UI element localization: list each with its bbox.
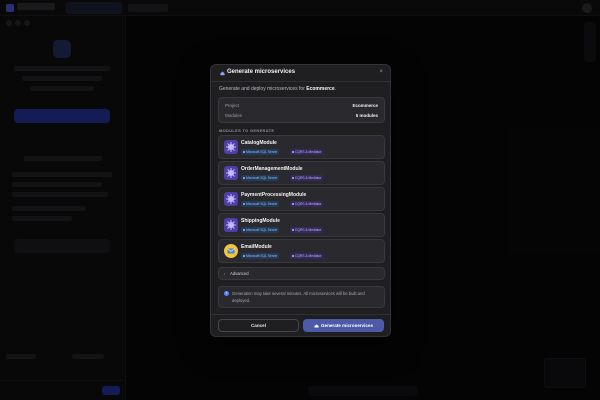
pattern-badge: CQRS & Mediator (290, 227, 324, 233)
module-gear-icon (224, 140, 238, 154)
module-name: OrderManagementModule (241, 166, 303, 172)
project-summary: Project Ecommerce Modules 5 modules (218, 97, 385, 123)
project-label: Project (225, 103, 240, 108)
module-name: PaymentProcessingModule (241, 192, 307, 198)
info-icon: i (224, 291, 229, 296)
close-icon[interactable]: × (379, 69, 383, 75)
project-value: Ecommerce (352, 103, 378, 108)
advanced-label: Advanced (230, 271, 249, 276)
pattern-badge: CQRS & Mediator (290, 253, 324, 259)
generate-microservices-dialog: Generate microservices × Generate and de… (210, 64, 391, 337)
module-card[interactable]: PaymentProcessingModule Microsoft SQL Se… (218, 187, 385, 211)
generate-microservices-button[interactable]: Generate microservices (303, 319, 384, 332)
cloud-upload-icon (314, 324, 319, 327)
modules-label: Modules (225, 113, 243, 118)
module-name: CatalogModule (241, 140, 277, 146)
cancel-button[interactable]: Cancel (218, 319, 299, 332)
footer-divider (211, 314, 390, 315)
module-card[interactable]: CatalogModule Microsoft SQL Server CQRS … (218, 135, 385, 159)
module-gear-icon (224, 192, 238, 206)
subtitle-suffix: . (334, 86, 337, 92)
dialog-subtitle: Generate and deploy microservices for Ec… (219, 86, 336, 92)
summary-row-project: Project Ecommerce (225, 103, 378, 110)
info-notice: i Generation may take several minutes. A… (218, 286, 385, 308)
chevron-right-icon: › (224, 271, 226, 276)
dialog-title: Generate microservices (227, 69, 296, 75)
module-card[interactable]: OrderManagementModule Microsoft SQL Serv… (218, 161, 385, 185)
generate-label: Generate microservices (320, 323, 374, 328)
pattern-badge: CQRS & Mediator (290, 149, 324, 155)
database-badge: Microsoft SQL Server (241, 149, 280, 155)
database-badge: Microsoft SQL Server (241, 175, 280, 181)
module-name: EmailModule (241, 244, 272, 250)
advanced-toggle[interactable]: › Advanced (218, 267, 385, 280)
pattern-badge: CQRS & Mediator (290, 175, 324, 181)
pattern-badge: CQRS & Mediator (290, 201, 324, 207)
email-icon (224, 244, 238, 258)
info-text: Generation may take several minutes. All… (232, 291, 365, 303)
cloud-upload-icon (220, 71, 225, 76)
module-card[interactable]: EmailModule Microsoft SQL Server CQRS & … (218, 239, 385, 263)
module-name: ShippingModule (241, 218, 280, 224)
module-gear-icon (224, 218, 238, 232)
modules-value: 5 modules (355, 113, 378, 118)
module-card[interactable]: ShippingModule Microsoft SQL Server CQRS… (218, 213, 385, 237)
summary-row-modules: Modules 5 modules (225, 113, 378, 120)
modules-section-label: MODULES TO GENERATE (219, 128, 275, 133)
subtitle-prefix: Generate and deploy microservices for (219, 86, 307, 92)
database-badge: Microsoft SQL Server (241, 201, 280, 207)
subtitle-project: Ecommerce (306, 86, 335, 92)
database-badge: Microsoft SQL Server (241, 253, 280, 259)
database-badge: Microsoft SQL Server (241, 227, 280, 233)
dialog-header: Generate microservices × (211, 65, 390, 82)
module-gear-icon (224, 166, 238, 180)
